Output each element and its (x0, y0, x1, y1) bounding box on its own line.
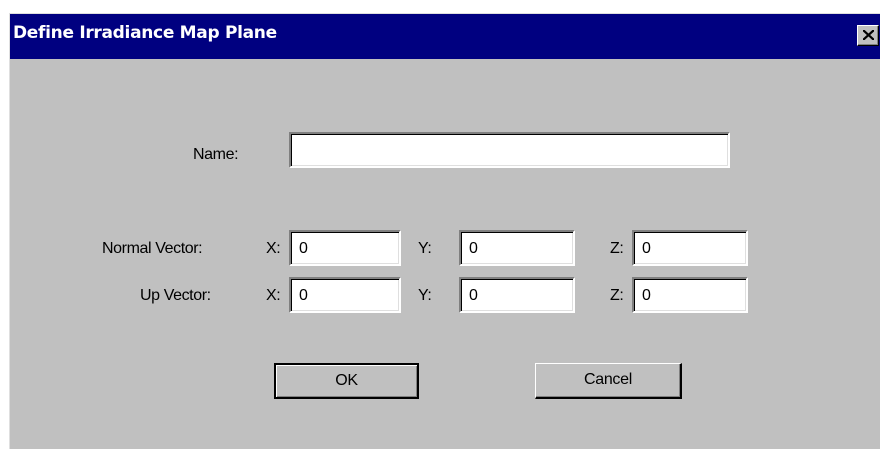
dialog-title: Define Irradiance Map Plane (13, 23, 277, 43)
up-z-input[interactable]: 0 (632, 277, 748, 313)
normal-vector-label: Normal Vector: (102, 240, 203, 257)
up-y-label: Y: (418, 287, 432, 304)
normal-y-label: Y: (418, 240, 432, 257)
cancel-button[interactable]: Cancel (535, 363, 682, 399)
normal-z-input[interactable]: 0 (632, 230, 748, 266)
normal-x-label: X: (266, 240, 281, 257)
up-x-input[interactable]: 0 (289, 277, 401, 313)
normal-x-input[interactable]: 0 (289, 230, 401, 266)
close-button[interactable] (857, 25, 879, 46)
ok-button[interactable]: OK (274, 363, 419, 399)
up-x-label: X: (266, 287, 281, 304)
title-bar[interactable]: Define Irradiance Map Plane (10, 14, 880, 59)
dialog-window: Define Irradiance Map Plane Name: Normal… (9, 13, 880, 449)
up-y-input[interactable]: 0 (459, 277, 575, 313)
close-icon (863, 30, 874, 40)
name-input[interactable] (289, 132, 730, 168)
up-vector-label: Up Vector: (140, 287, 211, 304)
normal-z-label: Z: (610, 240, 624, 257)
up-z-label: Z: (610, 287, 624, 304)
normal-y-input[interactable]: 0 (459, 230, 575, 266)
name-label: Name: (193, 146, 239, 163)
